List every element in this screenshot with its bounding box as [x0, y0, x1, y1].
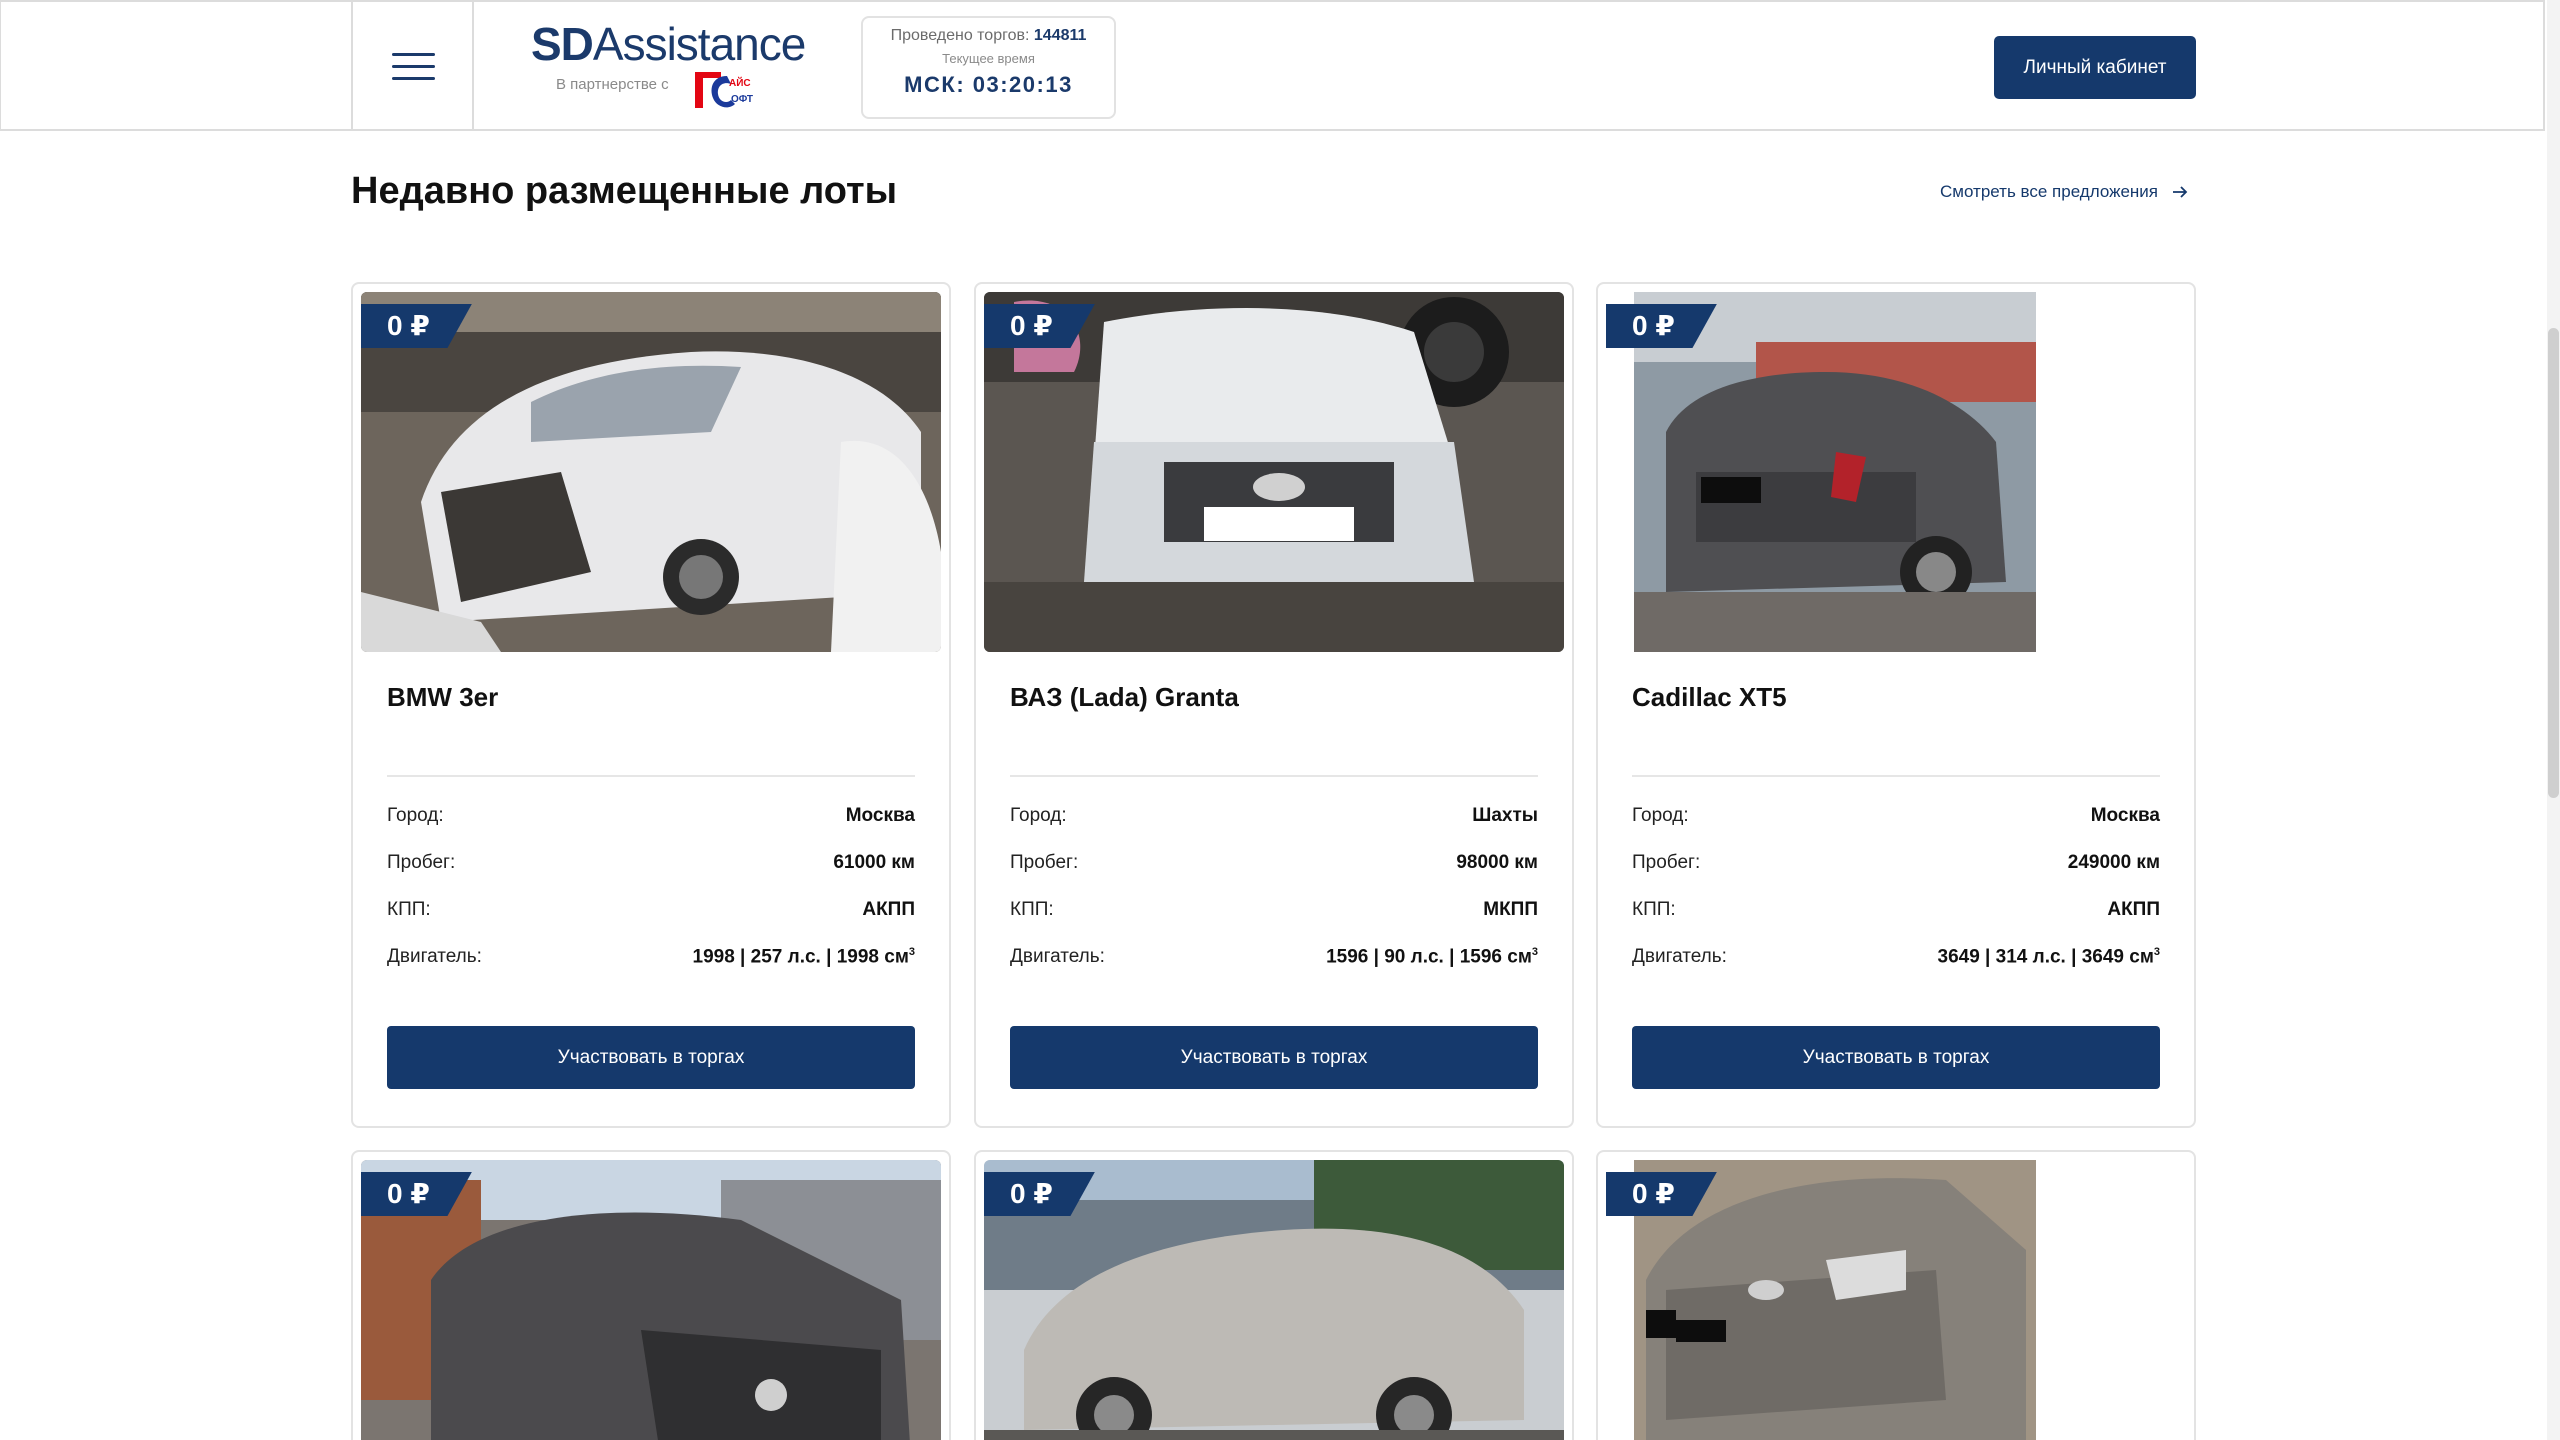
lot-card[interactable]: 0 ₽ — [1596, 1150, 2196, 1440]
personal-cabinet-button[interactable]: Личный кабинет — [1994, 36, 2196, 99]
stats-label: Проведено торгов: — [890, 27, 1030, 44]
spec-value: 1596 | 90 л.с. | 1596 см — [1326, 946, 1532, 968]
car-photo[interactable]: 0 ₽ — [361, 1160, 941, 1440]
spec-label: Пробег: — [1010, 852, 1079, 873]
car-title[interactable]: Cadillac XT5 — [1632, 682, 1787, 713]
unit-superscript: 3 — [1531, 946, 1538, 958]
view-all-label: Смотреть все предложения — [1940, 182, 2159, 201]
spec-mileage: Пробег: 98000 км — [1010, 852, 1538, 874]
spec-engine: Двигатель: 3649 | 314 л.с. | 3649 см3 — [1632, 946, 2160, 968]
car-photo[interactable]: 0 ₽ — [984, 1160, 1564, 1440]
spec-city: Город: Москва — [387, 805, 915, 827]
spec-gearbox: КПП: МКПП — [1010, 899, 1538, 921]
lot-card[interactable]: 0 ₽ — [351, 1150, 951, 1440]
lot-card[interactable]: 0 ₽ Cadillac XT5 Город: Москва Пробег: 249… — [1596, 282, 2196, 1128]
partner-logo-icon: АЙС ОФТ — [695, 72, 753, 108]
spec-value: АКПП — [862, 899, 915, 920]
spec-value: Шахты — [1472, 805, 1538, 826]
bid-button[interactable]: Участвовать в торгах — [387, 1026, 915, 1089]
spec-value: 61000 км — [833, 852, 915, 873]
spec-city: Город: Шахты — [1010, 805, 1538, 827]
car-photo[interactable]: 0 ₽ — [361, 292, 941, 652]
current-time-label: Текущее время — [942, 51, 1035, 66]
spec-gearbox: КПП: АКПП — [387, 899, 915, 921]
divider — [387, 775, 915, 777]
spec-gearbox: КПП: АКПП — [1632, 899, 2160, 921]
scrollbar-thumb[interactable] — [2548, 328, 2559, 798]
car-photo[interactable]: 0 ₽ — [984, 292, 1564, 652]
spec-label: КПП: — [1010, 899, 1054, 920]
spec-city: Город: Москва — [1632, 805, 2160, 827]
spec-value: АКПП — [2107, 899, 2160, 920]
spec-engine: Двигатель: 1998 | 257 л.с. | 1998 см3 — [387, 946, 915, 968]
site-logo[interactable]: SDAssistance В партнерстве с АЙС ОФТ — [531, 20, 807, 114]
spec-mileage: Пробег: 249000 км — [1632, 852, 2160, 874]
spec-label: Город: — [1632, 805, 1689, 826]
divider — [1010, 775, 1538, 777]
auction-stats: Проведено торгов: 144811 Текущее время М… — [861, 16, 1116, 119]
spec-label: Пробег: — [1632, 852, 1701, 873]
spec-label: Двигатель: — [1632, 946, 1727, 967]
car-title[interactable]: ВАЗ (Lada) Granta — [1010, 682, 1239, 713]
lot-card[interactable]: 0 ₽ ВАЗ (Lada) Granta Город: Шахты Пробег… — [974, 282, 1574, 1128]
bid-button[interactable]: Участвовать в торгах — [1632, 1026, 2160, 1089]
section-title: Недавно размещенные лоты — [351, 170, 898, 212]
msk-time: МСК: 03:20:13 — [904, 72, 1073, 97]
spec-value: 3649 | 314 л.с. | 3649 см — [1937, 946, 2154, 968]
spec-value: 1998 | 257 л.с. | 1998 см — [692, 946, 909, 968]
logo-text: Assistance — [592, 18, 806, 70]
car-photo[interactable]: 0 ₽ — [1606, 292, 2186, 652]
site-header: SDAssistance В партнерстве с АЙС ОФТ Про… — [0, 0, 2545, 131]
car-photo[interactable]: 0 ₽ — [1606, 1160, 2186, 1440]
lot-card[interactable]: 0 ₽ BMW 3er Город: Москва Пробег: 61000 км… — [351, 282, 951, 1128]
svg-text:АЙС: АЙС — [729, 76, 751, 89]
spec-label: Пробег: — [387, 852, 456, 873]
spec-label: Двигатель: — [387, 946, 482, 967]
logo-partner-text: В партнерстве с — [556, 76, 669, 93]
spec-value: МКПП — [1483, 899, 1538, 920]
header-divider — [351, 2, 353, 131]
spec-value: 249000 км — [2067, 852, 2160, 873]
view-all-link[interactable]: Смотреть все предложения — [1940, 182, 2188, 202]
svg-text:ОФТ: ОФТ — [731, 94, 753, 105]
spec-label: КПП: — [1632, 899, 1676, 920]
spec-label: КПП: — [387, 899, 431, 920]
car-title[interactable]: BMW 3er — [387, 682, 498, 713]
spec-engine: Двигатель: 1596 | 90 л.с. | 1596 см3 — [1010, 946, 1538, 968]
spec-value: Москва — [2090, 805, 2160, 826]
unit-superscript: 3 — [908, 946, 915, 958]
spec-mileage: Пробег: 61000 км — [387, 852, 915, 874]
logo-bold-text: SD — [531, 18, 594, 70]
menu-icon[interactable] — [354, 2, 473, 131]
bid-button[interactable]: Участвовать в торгах — [1010, 1026, 1538, 1089]
spec-label: Город: — [387, 805, 444, 826]
unit-superscript: 3 — [2153, 946, 2160, 958]
divider — [1632, 775, 2160, 777]
spec-value: Москва — [845, 805, 915, 826]
stats-count: 144811 — [1033, 27, 1087, 44]
spec-label: Двигатель: — [1010, 946, 1105, 967]
lot-card[interactable]: 0 ₽ — [974, 1150, 1574, 1440]
spec-label: Город: — [1010, 805, 1067, 826]
arrow-right-icon — [2173, 186, 2188, 198]
spec-value: 98000 км — [1456, 852, 1538, 873]
